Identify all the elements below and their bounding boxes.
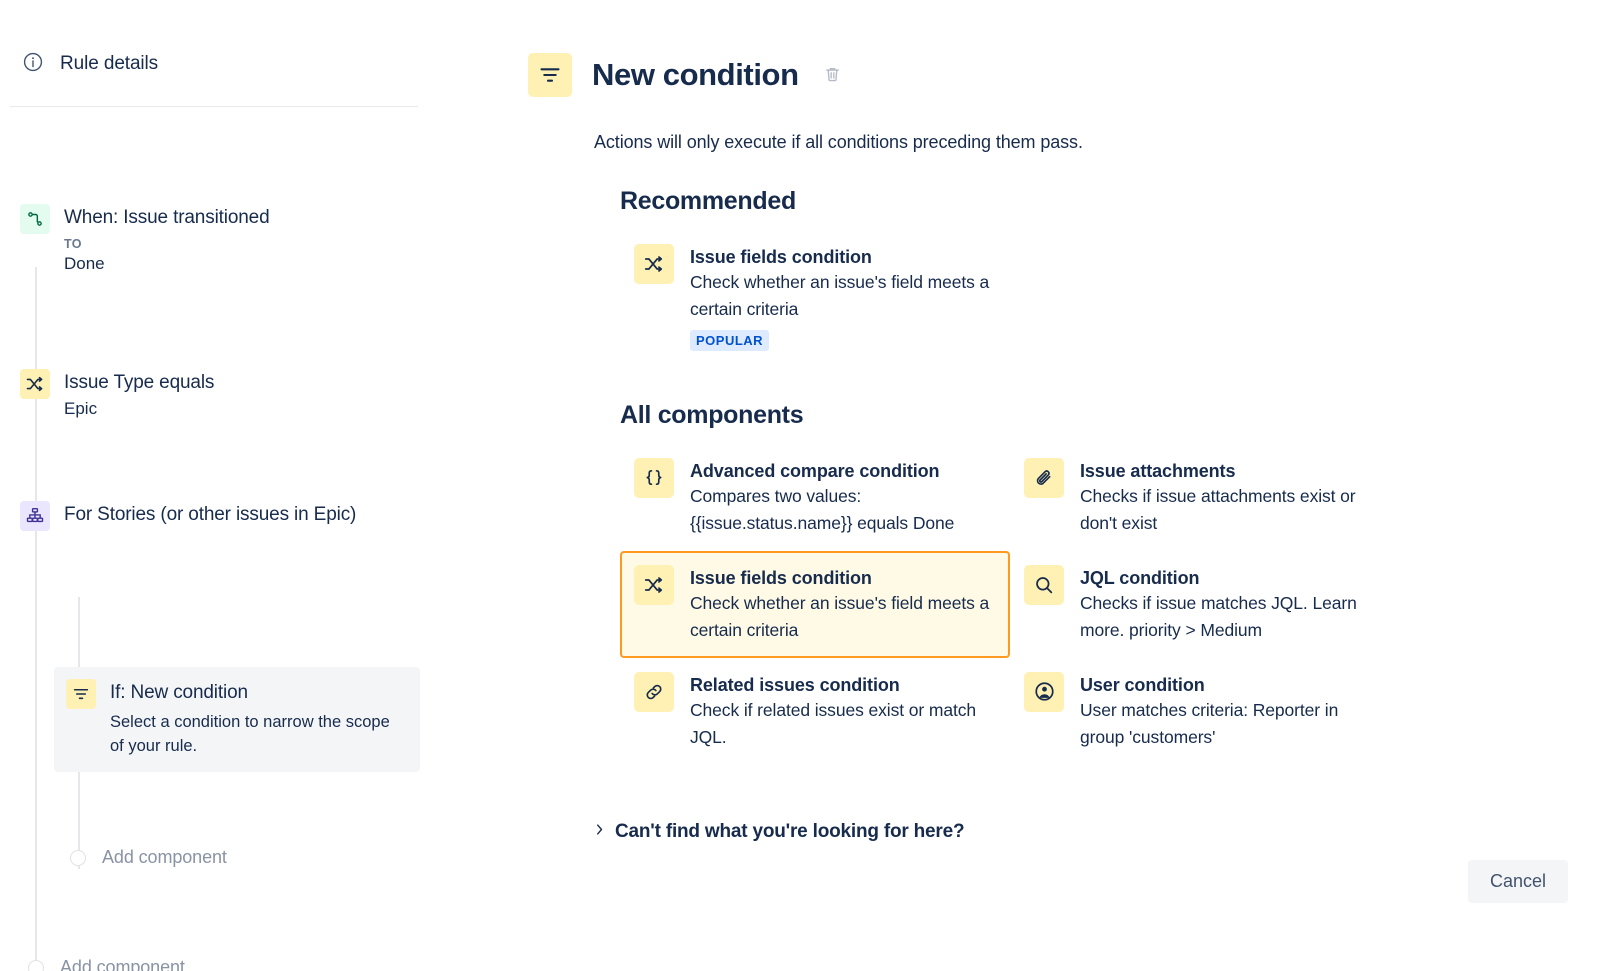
component-card-description: Compares two values: {{issue.status.name… [690,485,955,533]
component-card-issue-fields-condition[interactable]: Issue fields condition Check whether an … [620,550,1010,658]
component-card-description: Checks if issue attachments exist or don… [1080,485,1356,533]
component-card-description: Check whether an issue's field meets a c… [690,271,990,319]
braces-icon [634,457,674,498]
component-card-title: Advanced compare condition [690,460,940,481]
filter-icon [66,679,96,709]
rule-details-label: Rule details [60,53,159,74]
component-card-related-issues[interactable]: Related issues condition Check if relate… [620,658,1010,765]
panel-subtitle: Actions will only execute if all conditi… [594,131,1083,152]
rule-chain-sidebar: Rule details When: Issue transitioned TO [0,0,460,971]
cant-find-disclosure[interactable]: Can't find what you're looking for here? [594,821,1600,843]
component-card-issue-attachments[interactable]: Issue attachments Checks if issue attach… [1010,444,1400,551]
tree-node-branch-for-stories[interactable]: For Stories (or other issues in Epic) [20,501,356,531]
tree-node-sub-label: TO [64,237,82,251]
add-circle-icon [70,849,86,866]
info-circle-icon [22,51,44,78]
component-card-description: Check whether an issue's field meets a c… [690,592,990,640]
tree-node-title: When: Issue transitioned [64,207,270,228]
chevron-right-icon [594,822,605,842]
tree-node-description: Select a condition to narrow the scope o… [110,713,390,755]
recommended-list: Issue fields condition Check whether an … [620,230,1460,365]
tree-node-condition-issue-type[interactable]: Issue Type equals Epic [20,369,214,419]
add-component-root-button[interactable]: Add component [28,957,185,971]
automation-rule-builder: Rule details When: Issue transitioned TO [0,0,1600,971]
component-card-title: User condition [1080,674,1205,695]
component-card-title: JQL condition [1080,567,1200,588]
add-component-branch-button[interactable]: Add component [70,847,227,868]
search-icon [1024,564,1064,605]
page-title: New condition [592,56,799,92]
paperclip-icon [1024,457,1064,498]
component-card-title: Related issues condition [690,674,900,695]
status-badge-popular: POPULAR [690,329,770,351]
all-components-list: Advanced compare condition Compares two … [620,444,1460,765]
transition-icon [20,204,50,234]
filter-icon [528,52,572,97]
branch-hierarchy-icon [20,501,50,531]
tree-node-title: Issue Type equals [64,372,215,393]
component-card-advanced-compare[interactable]: Advanced compare condition Compares two … [620,444,1010,551]
add-circle-icon [28,959,44,971]
component-card-description: Check if related issues exist or match J… [690,699,977,747]
component-card-description: User matches criteria: Reporter in group… [1080,699,1339,747]
shuffle-icon [634,564,674,605]
trash-icon[interactable] [823,65,842,84]
user-circle-icon [1024,671,1064,712]
shuffle-icon [634,243,674,284]
tree-node-title: For Stories (or other issues in Epic) [64,504,357,525]
component-card-description: Checks if issue matches JQL. Learn more.… [1080,592,1357,640]
component-card-issue-fields-recommended[interactable]: Issue fields condition Check whether an … [620,230,1010,365]
sidebar-divider [10,106,418,107]
component-card-title: Issue fields condition [690,567,872,588]
recommended-section: Recommended Issue fields condition Check [620,187,1600,365]
add-component-label: Add component [102,847,227,867]
component-card-jql-condition[interactable]: JQL condition Checks if issue matches JQ… [1010,551,1400,658]
cancel-button[interactable]: Cancel [1467,860,1568,903]
recommended-section-title: Recommended [620,186,796,215]
cant-find-label: Can't find what you're looking for here? [615,820,965,842]
add-component-label: Add component [60,957,185,971]
link-icon [634,671,674,712]
panel-header: New condition [528,0,1600,114]
tree-node-title: If: New condition [110,682,248,703]
shuffle-icon [20,369,50,399]
sidebar-item-rule-details[interactable]: Rule details [0,44,460,84]
tree-node-sub-value: Epic [64,399,98,418]
all-components-section: All components Advanced compare conditio… [620,401,1600,765]
component-card-user-condition[interactable]: User condition User matches criteria: Re… [1010,658,1400,765]
tree-node-trigger[interactable]: When: Issue transitioned TO Done [20,204,270,274]
condition-picker-panel: New condition Actions will only execute … [528,0,1600,971]
component-card-title: Issue attachments [1080,460,1236,481]
tree-node-selected-new-condition[interactable]: If: New condition Select a condition to … [54,667,420,772]
component-card-title: Issue fields condition [690,246,872,267]
tree-node-sub-value: Done [64,254,105,273]
all-components-section-title: All components [620,400,804,429]
